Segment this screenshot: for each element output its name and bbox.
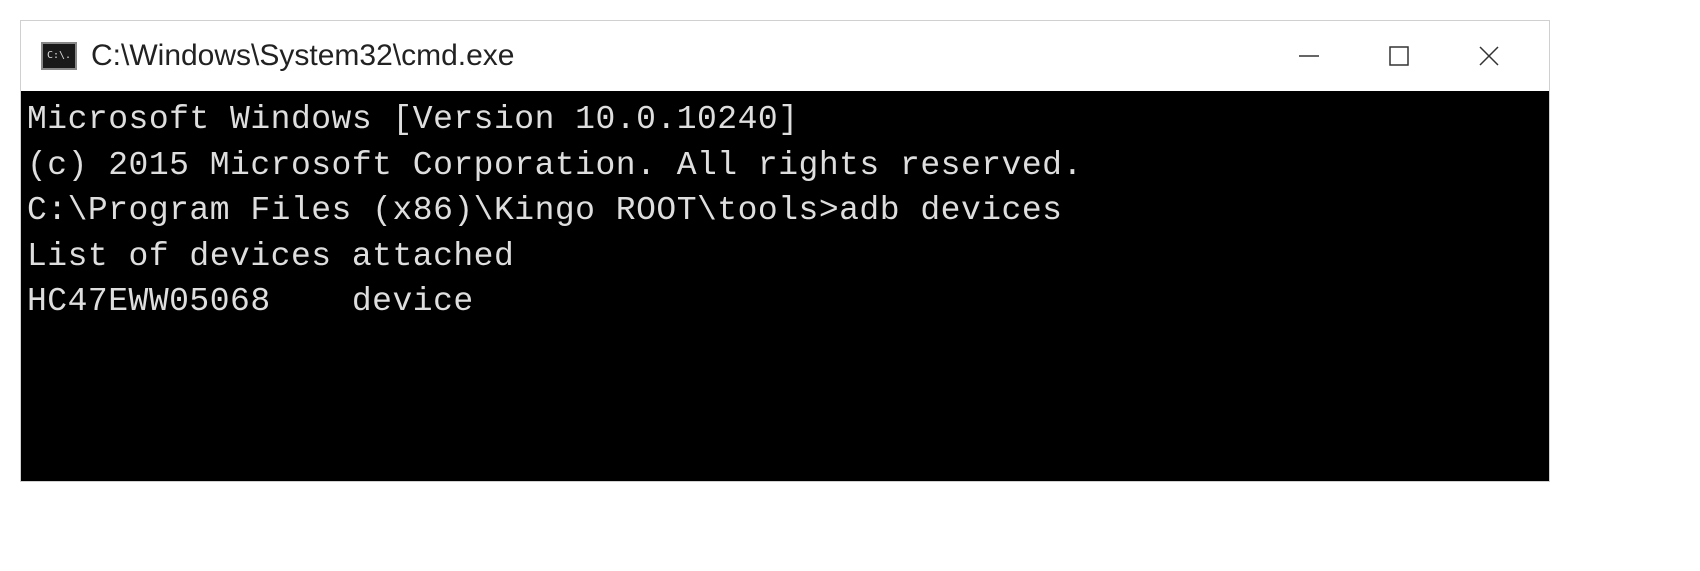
cmd-window: C:\. C:\Windows\System32\cmd.exe Microso… (20, 20, 1550, 482)
maximize-button[interactable] (1379, 36, 1419, 76)
terminal-output[interactable]: Microsoft Windows [Version 10.0.10240](c… (21, 91, 1549, 481)
close-icon (1477, 44, 1501, 68)
banner-line-2: (c) 2015 Microsoft Corporation. All righ… (27, 143, 1541, 189)
maximize-icon (1387, 44, 1411, 68)
banner-line-1: Microsoft Windows [Version 10.0.10240] (27, 97, 1541, 143)
cmd-icon: C:\. (41, 42, 77, 70)
cmd-icon-label: C:\. (47, 51, 71, 61)
output-line-2: HC47EWW05068 device (27, 279, 1541, 325)
minimize-button[interactable] (1289, 36, 1329, 76)
window-title: C:\Windows\System32\cmd.exe (91, 39, 1289, 73)
prompt-line: C:\Program Files (x86)\Kingo ROOT\tools>… (27, 188, 1541, 234)
close-button[interactable] (1469, 36, 1509, 76)
window-controls (1289, 36, 1549, 76)
output-line-1: List of devices attached (27, 234, 1541, 280)
minimize-icon (1297, 44, 1321, 68)
title-bar[interactable]: C:\. C:\Windows\System32\cmd.exe (21, 21, 1549, 91)
